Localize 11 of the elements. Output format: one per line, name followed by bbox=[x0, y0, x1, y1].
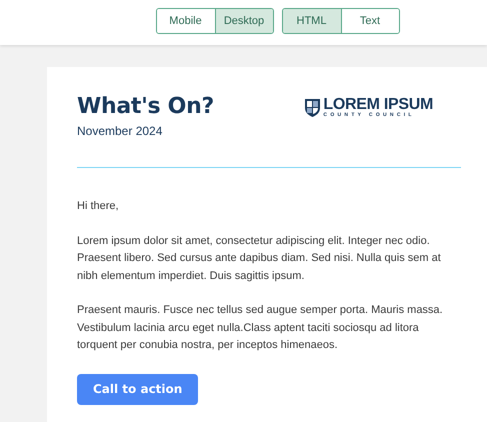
logo-name: LOREM IPSUM bbox=[323, 97, 433, 112]
body-paragraph: Lorem ipsum dolor sit amet, consectetur adipiscing elit. Integer nec odio. Praesent libero. Sed cursus ante dapibus diam. Sed nisi. Nulla quis sem at nibh elementum imperdiet. Duis sagittis ipsum. bbox=[77, 234, 442, 284]
toggle-button[interactable]: HTML bbox=[282, 9, 340, 33]
newsletter-title: What's On? bbox=[77, 94, 214, 119]
toggle-button[interactable]: Desktop bbox=[214, 9, 272, 33]
toggle-button[interactable]: Text bbox=[340, 9, 398, 33]
call-to-action-button[interactable]: Call to action bbox=[77, 374, 198, 404]
greeting-text: Hi there, bbox=[77, 199, 120, 214]
newsletter-date: November 2024 bbox=[77, 124, 164, 138]
shield-icon bbox=[305, 98, 320, 116]
body-paragraph: Praesent mauris. Fusce nec tellus sed augue semper porta. Mauris massa. Vestibulum lacinia arcu eget nulla.Class aptent taciti sociosqu ad litora torquent per conubia nostra, per inceptos himenaeos. bbox=[77, 303, 444, 353]
